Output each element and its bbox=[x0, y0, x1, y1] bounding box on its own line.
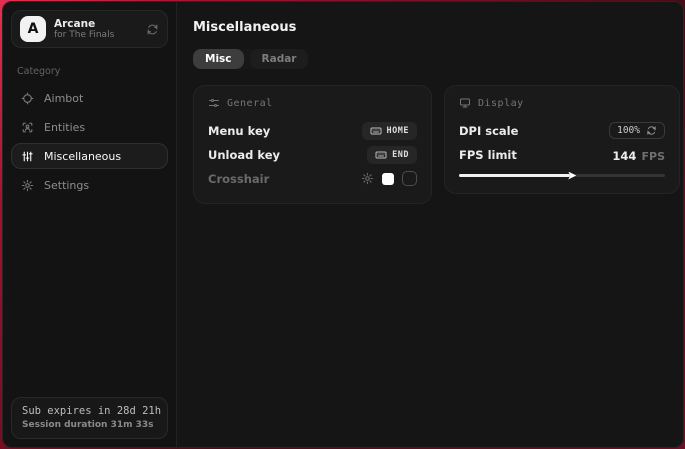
app-window: A Arcane for The Finals Category bbox=[2, 1, 684, 448]
unload-key-binding[interactable]: END bbox=[367, 146, 417, 164]
crosshair-settings-gear-icon[interactable] bbox=[361, 172, 374, 185]
general-card-header: General bbox=[208, 97, 417, 109]
category-label: Category bbox=[17, 66, 162, 77]
fps-limit-row: FPS limit 144 FPS bbox=[459, 143, 665, 166]
crosshair-icon bbox=[21, 92, 34, 105]
display-card: Display DPI scale 100% bbox=[444, 85, 680, 194]
slider-fill bbox=[459, 174, 570, 177]
sidebar-item-entities[interactable]: Entities bbox=[11, 114, 168, 140]
crosshair-color-swatch[interactable] bbox=[382, 173, 394, 185]
sidebar-item-label: Settings bbox=[44, 179, 89, 192]
display-card-header: Display bbox=[459, 97, 665, 109]
refresh-icon[interactable] bbox=[646, 125, 657, 136]
general-card: General Menu key HOME Unload key bbox=[193, 85, 432, 204]
fps-limit-value: 144 bbox=[612, 149, 636, 163]
tab-bar: Misc Radar bbox=[193, 49, 308, 69]
app-name: Arcane bbox=[54, 18, 138, 30]
menu-key-value: HOME bbox=[387, 126, 409, 136]
unload-key-row: Unload key END bbox=[208, 143, 417, 166]
fps-limit-label: FPS limit bbox=[459, 148, 517, 162]
keyboard-icon bbox=[375, 149, 387, 161]
sidebar-nav: Aimbot Entities Miscellaneous bbox=[11, 85, 168, 198]
sidebar-item-label: Entities bbox=[44, 121, 85, 134]
crosshair-checkbox[interactable] bbox=[402, 171, 417, 186]
page-title: Miscellaneous bbox=[193, 20, 680, 35]
sidebar-item-miscellaneous[interactable]: Miscellaneous bbox=[11, 143, 168, 169]
unload-key-label: Unload key bbox=[208, 148, 280, 162]
app-subtitle: for The Finals bbox=[54, 30, 138, 40]
menu-key-label: Menu key bbox=[208, 124, 270, 138]
scan-icon bbox=[21, 121, 34, 134]
general-card-title: General bbox=[227, 98, 273, 109]
profile-meta: Arcane for The Finals bbox=[54, 18, 138, 40]
dpi-scale-label: DPI scale bbox=[459, 124, 518, 138]
dpi-scale-row: DPI scale 100% bbox=[459, 119, 665, 142]
sidebar-item-label: Aimbot bbox=[44, 92, 83, 105]
session-duration-text: Session duration 31m 33s bbox=[22, 420, 157, 430]
tab-radar[interactable]: Radar bbox=[250, 49, 309, 69]
sliders-icon bbox=[21, 150, 34, 163]
refresh-icon[interactable] bbox=[146, 23, 159, 36]
display-card-title: Display bbox=[478, 98, 524, 109]
dpi-scale-control[interactable]: 100% bbox=[609, 122, 665, 139]
sidebar: A Arcane for The Finals Category bbox=[3, 2, 177, 447]
fps-limit-slider[interactable] bbox=[459, 170, 665, 180]
menu-key-row: Menu key HOME bbox=[208, 119, 417, 142]
keyboard-icon bbox=[370, 125, 382, 137]
menu-key-binding[interactable]: HOME bbox=[362, 122, 417, 140]
sidebar-item-label: Miscellaneous bbox=[44, 150, 121, 163]
tab-misc[interactable]: Misc bbox=[193, 49, 244, 69]
sub-expiry-text: Sub expires in 28d 21h bbox=[22, 405, 157, 417]
profile-card: A Arcane for The Finals bbox=[11, 10, 168, 48]
crosshair-label: Crosshair bbox=[208, 172, 269, 186]
sidebar-item-settings[interactable]: Settings bbox=[11, 172, 168, 198]
subscription-card: Sub expires in 28d 21h Session duration … bbox=[11, 397, 168, 439]
unload-key-value: END bbox=[392, 150, 409, 160]
crosshair-row: Crosshair bbox=[208, 167, 417, 190]
avatar: A bbox=[20, 16, 46, 42]
gear-icon bbox=[21, 179, 34, 192]
monitor-icon bbox=[459, 97, 471, 109]
sidebar-item-aimbot[interactable]: Aimbot bbox=[11, 85, 168, 111]
main-content: Miscellaneous Misc Radar General Menu ke… bbox=[177, 2, 684, 447]
sliders-horizontal-icon bbox=[208, 97, 220, 109]
fps-limit-unit: FPS bbox=[642, 150, 666, 163]
dpi-scale-value: 100% bbox=[617, 125, 640, 136]
cards-row: General Menu key HOME Unload key bbox=[193, 85, 680, 204]
